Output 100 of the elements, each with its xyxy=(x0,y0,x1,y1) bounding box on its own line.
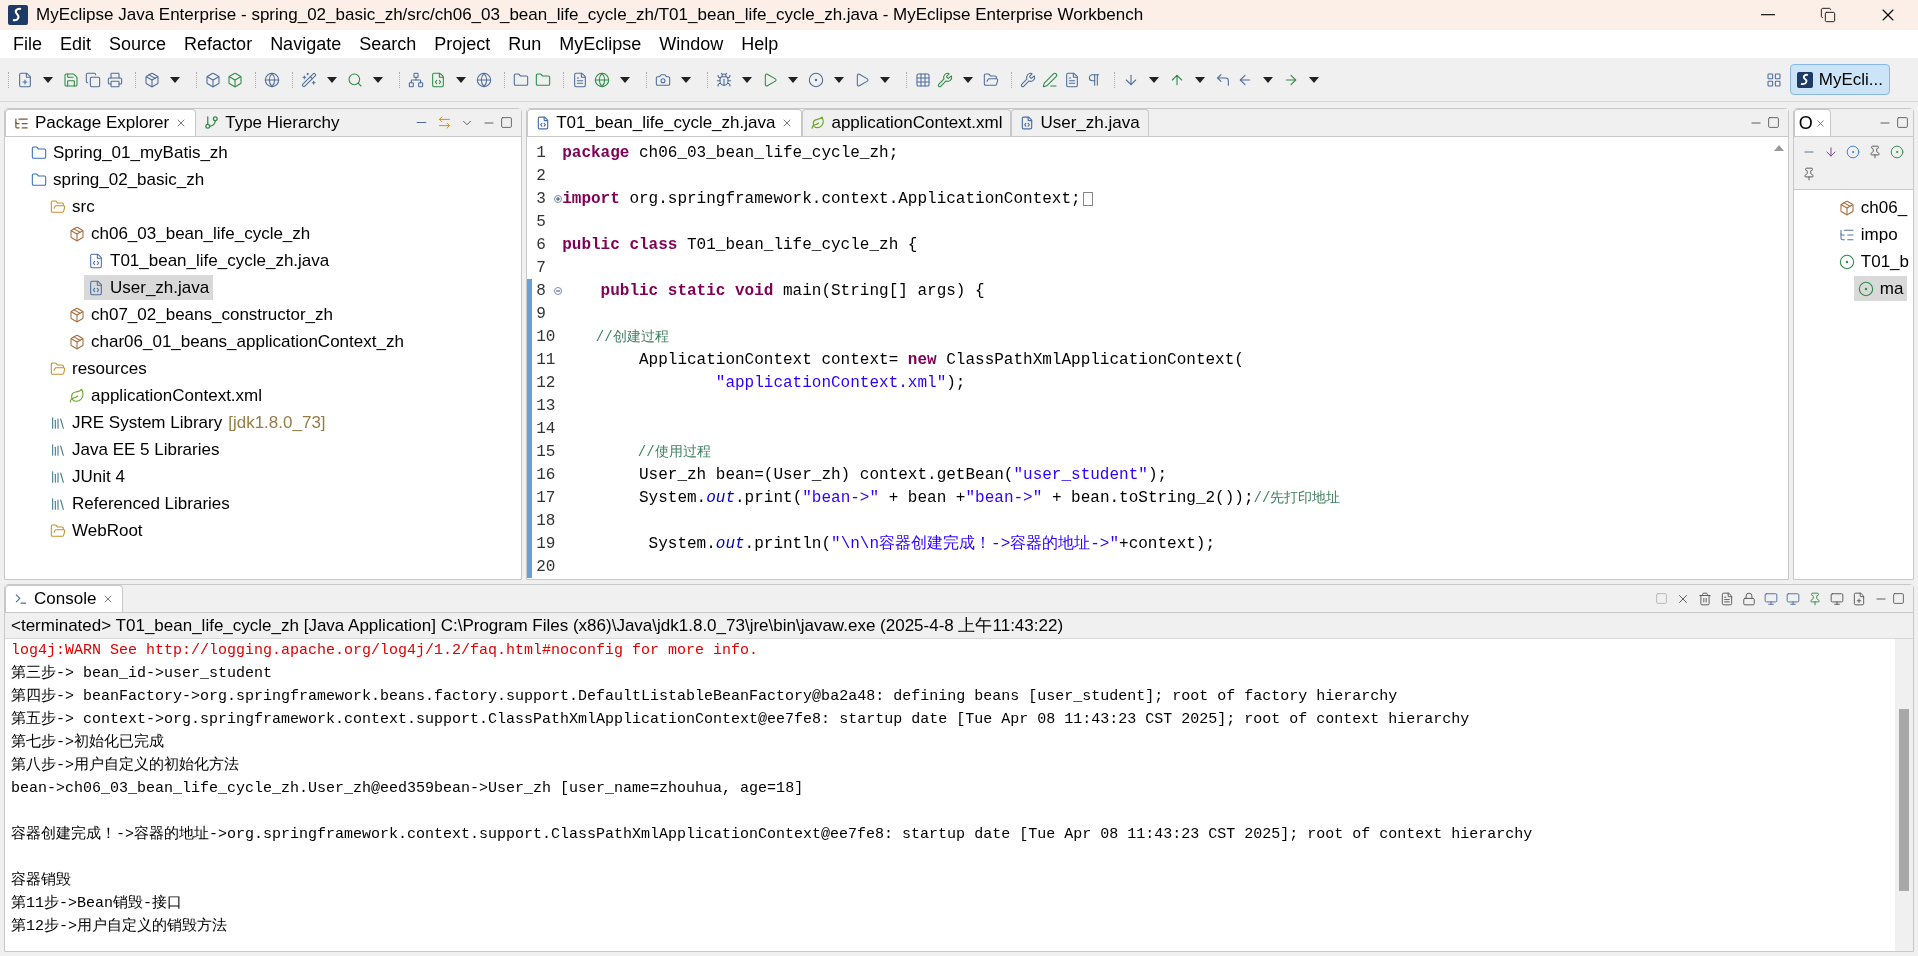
close-icon[interactable] xyxy=(1814,117,1826,129)
document-icon[interactable] xyxy=(572,71,588,88)
folder-icon[interactable] xyxy=(535,71,551,88)
tree-item[interactable]: JUnit 4 xyxy=(46,463,129,490)
caret-icon[interactable] xyxy=(373,76,383,83)
globe-icon[interactable] xyxy=(476,71,492,88)
caret-icon[interactable] xyxy=(170,76,180,83)
tree-item[interactable]: ch06_ xyxy=(1834,194,1912,221)
tree-item[interactable]: WebRoot xyxy=(46,517,147,544)
menu-item[interactable]: Window xyxy=(650,30,733,58)
cube-icon[interactable] xyxy=(227,71,243,88)
wrench-icon[interactable] xyxy=(937,71,953,88)
wrench-icon[interactable] xyxy=(1020,71,1036,88)
tree-item[interactable]: char06_01_beans_applicationContext_zh xyxy=(65,328,408,355)
document-icon[interactable] xyxy=(1064,71,1080,88)
tree-item[interactable]: ma xyxy=(1853,275,1908,302)
network-icon[interactable] xyxy=(408,71,424,88)
editor-tab[interactable]: User_zh.java xyxy=(1011,109,1149,136)
wand-icon[interactable] xyxy=(301,71,317,88)
expand-icon[interactable] xyxy=(554,194,563,203)
editor-tab[interactable]: applicationContext.xml xyxy=(802,109,1012,136)
caret-icon[interactable] xyxy=(1195,76,1205,83)
caret-icon[interactable] xyxy=(834,76,844,83)
scroll-lock-icon[interactable] xyxy=(1742,591,1756,606)
tree-item[interactable]: applicationContext.xml xyxy=(65,382,267,409)
tree-item[interactable]: spring_02_basic_zh xyxy=(27,166,209,193)
search-icon[interactable] xyxy=(347,71,363,88)
run-icon[interactable] xyxy=(854,71,870,88)
menu-item[interactable]: Source xyxy=(100,30,176,58)
caret-icon[interactable] xyxy=(963,76,973,83)
pilcrow-icon[interactable] xyxy=(1086,71,1102,88)
caret-icon[interactable] xyxy=(327,76,337,83)
caret-icon[interactable] xyxy=(1149,76,1159,83)
editor-tab[interactable]: T01_bean_life_cycle_zh.java xyxy=(527,109,803,136)
caret-icon[interactable] xyxy=(43,76,53,83)
tree-item[interactable]: ch07_02_beans_constructor_zh xyxy=(65,301,337,328)
globe-icon[interactable] xyxy=(264,71,280,88)
menu-item[interactable]: Run xyxy=(499,30,551,58)
tree-item[interactable]: T01_bean_life_cycle_zh.java xyxy=(84,247,334,274)
tree-item[interactable]: impo xyxy=(1834,221,1902,248)
pin-icon[interactable] xyxy=(1808,591,1822,606)
source-folder-icon xyxy=(50,198,66,215)
tree-item[interactable]: Java EE 5 Libraries xyxy=(46,436,224,463)
menu-item[interactable]: File xyxy=(4,30,51,58)
maximize-icon[interactable] xyxy=(1766,116,1780,129)
line-number: 9 xyxy=(535,303,547,325)
file-code-icon[interactable] xyxy=(430,71,446,88)
tree-item[interactable]: T01_b xyxy=(1834,248,1913,275)
debug-icon[interactable] xyxy=(716,71,732,88)
caret-icon[interactable] xyxy=(880,76,890,83)
caret-icon[interactable] xyxy=(620,76,630,83)
grid-icon[interactable] xyxy=(915,71,931,88)
caret-icon[interactable] xyxy=(1309,76,1319,83)
tree-item[interactable]: resources xyxy=(46,355,151,382)
scroll-up-icon[interactable] xyxy=(1773,145,1784,151)
save-icon[interactable] xyxy=(63,71,79,88)
menu-item[interactable]: Project xyxy=(425,30,500,58)
package-icon[interactable] xyxy=(144,71,160,88)
folder-icon[interactable] xyxy=(513,71,529,88)
caret-icon[interactable] xyxy=(681,76,691,83)
remove-all-icon[interactable] xyxy=(1698,591,1712,606)
back-icon[interactable] xyxy=(1215,71,1231,88)
new-file-icon[interactable] xyxy=(17,71,33,88)
maximize-icon[interactable] xyxy=(1892,592,1905,605)
maximize-icon[interactable] xyxy=(500,116,514,129)
perspective-button[interactable]: MyEcli... xyxy=(1789,63,1890,96)
tree-item[interactable]: Spring_01_myBatis_zh xyxy=(27,139,232,166)
print-icon[interactable] xyxy=(107,71,123,88)
run-icon[interactable] xyxy=(762,71,778,88)
view-tab[interactable]: Console xyxy=(5,585,124,612)
pen-icon[interactable] xyxy=(1042,71,1058,88)
view-tab[interactable]: Package Explorer xyxy=(5,109,197,136)
caret-icon[interactable] xyxy=(742,76,752,83)
menu-item[interactable]: Search xyxy=(350,30,426,58)
caret-icon[interactable] xyxy=(456,76,466,83)
folder-open-icon[interactable] xyxy=(983,71,999,88)
caret-icon[interactable] xyxy=(1263,76,1273,83)
maximize-icon[interactable] xyxy=(1896,116,1909,129)
tree-item[interactable]: JRE System Library [jdk1.8.0_73] xyxy=(46,409,330,436)
menu-item[interactable]: MyEclipse xyxy=(550,30,651,58)
tree-item[interactable]: User_zh.java xyxy=(84,274,214,301)
camera-icon[interactable] xyxy=(655,71,671,88)
copy-icon[interactable] xyxy=(85,71,101,88)
scrollbar[interactable] xyxy=(1895,639,1913,951)
view-tab[interactable]: Type Hierarchy xyxy=(196,109,348,136)
menu-item[interactable]: Help xyxy=(732,30,788,58)
menu-item[interactable]: Navigate xyxy=(261,30,351,58)
view-tab[interactable]: O xyxy=(1793,109,1831,136)
tree-item[interactable]: Referenced Libraries xyxy=(46,490,234,517)
menu-item[interactable]: Refactor xyxy=(175,30,262,58)
tree-item[interactable]: ch06_03_bean_life_cycle_zh xyxy=(65,220,315,247)
caret-icon[interactable] xyxy=(788,76,798,83)
open-perspective-icon[interactable] xyxy=(1765,71,1782,88)
menu-item[interactable]: Edit xyxy=(51,30,101,58)
collapse-icon[interactable] xyxy=(554,286,563,295)
globe-icon[interactable] xyxy=(594,71,610,88)
tree-item[interactable]: src xyxy=(46,193,99,220)
leaf-icon xyxy=(69,387,85,404)
folded-code-icon[interactable] xyxy=(1082,191,1093,206)
cube-icon[interactable] xyxy=(205,71,221,88)
